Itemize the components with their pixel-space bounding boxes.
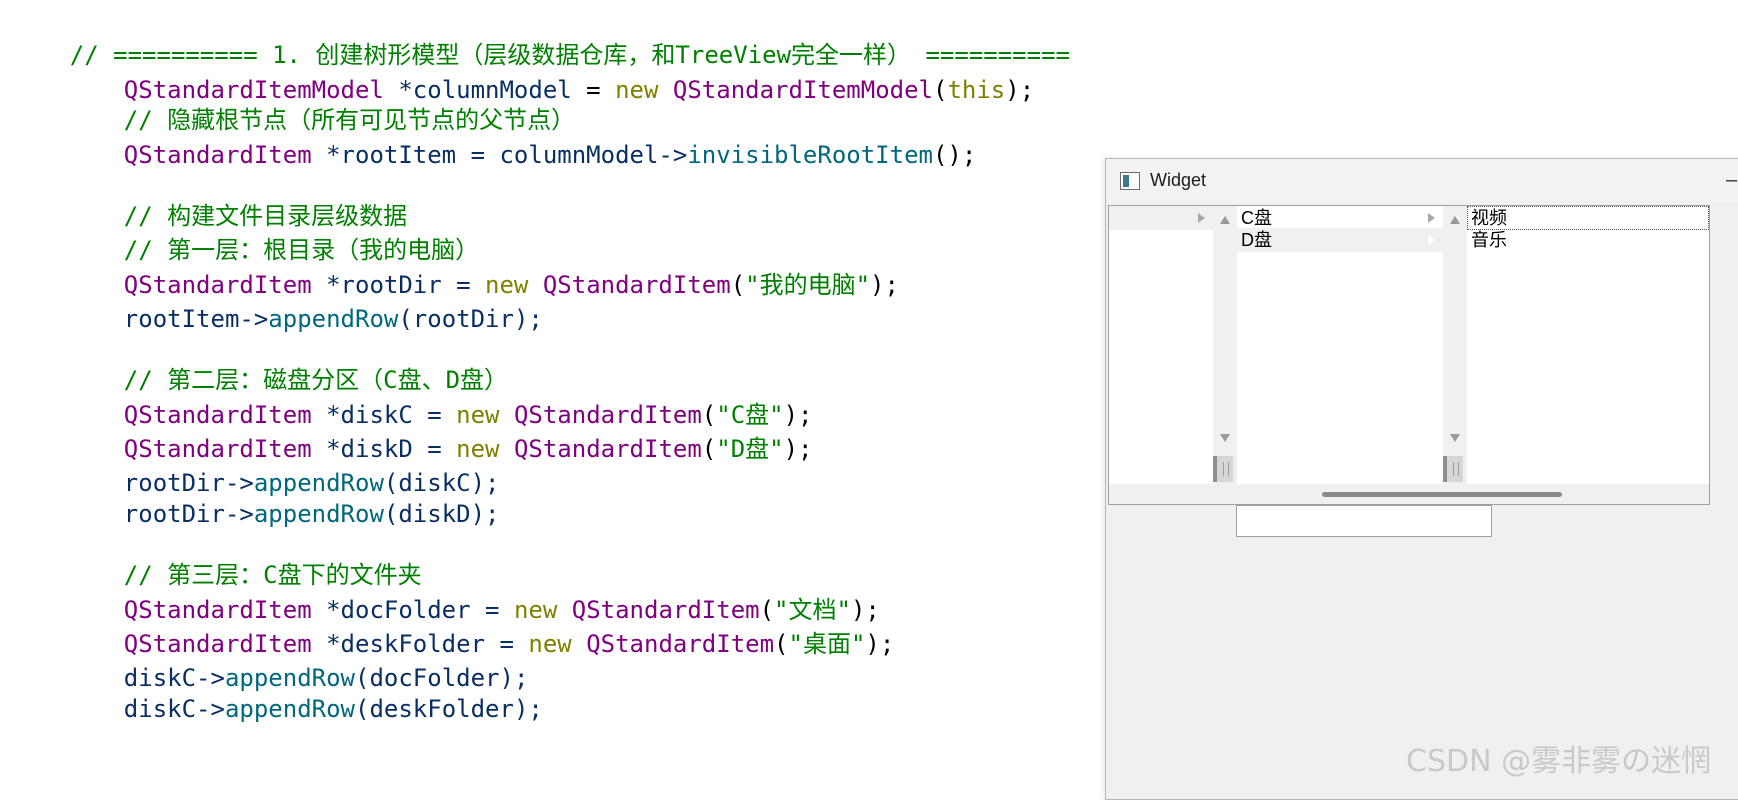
minimize-button[interactable]: – [1726, 165, 1738, 195]
args-token: (rootDir); [398, 305, 543, 333]
column-1[interactable] [1109, 206, 1213, 484]
op-token: = [571, 76, 616, 104]
string-token: "桌面" [788, 630, 866, 658]
expand-arrow-icon [1198, 213, 1205, 223]
list-item[interactable]: 音乐 [1467, 228, 1709, 252]
list-item[interactable]: 视频 [1467, 206, 1709, 230]
keyword-token: new [528, 630, 572, 658]
window-title: Widget [1150, 170, 1207, 190]
method-token: appendRow [224, 695, 355, 723]
class-token: QStandardItem [528, 271, 731, 299]
paren-token: ( [933, 76, 948, 104]
class-token: QStandardItem [499, 435, 702, 463]
code-line-18: diskC->appendRow(deskFolder); [66, 664, 543, 754]
end-token: ); [1005, 76, 1035, 104]
end-token: ); [783, 435, 813, 463]
method-token: appendRow [253, 500, 384, 528]
item-label: 视频 [1471, 208, 1507, 228]
scroll-up-icon[interactable] [1220, 216, 1230, 224]
paren-token: ( [701, 435, 717, 463]
class-token: QStandardItem [571, 630, 775, 658]
keyword-token: new [615, 76, 659, 104]
column-resize-grip[interactable] [1213, 456, 1233, 482]
column-2-scrollbar[interactable] [1443, 206, 1467, 484]
item-label: D盘 [1241, 230, 1272, 250]
scroll-up-icon[interactable] [1450, 216, 1460, 224]
string-token: "D盘" [716, 435, 784, 463]
item-label: 音乐 [1471, 230, 1507, 250]
horizontal-scrollbar[interactable] [1109, 484, 1709, 504]
column-2[interactable]: C盘 D盘 [1237, 206, 1443, 484]
watermark: CSDN @雾非雾の迷惘 [1406, 744, 1712, 779]
column-view[interactable]: C盘 D盘 视频 音乐 [1108, 205, 1710, 505]
class-token: QStandardItemModel [672, 76, 933, 104]
paren-token: ( [730, 271, 746, 299]
end-token: (); [932, 141, 977, 169]
lower-widget-box[interactable] [1236, 505, 1492, 537]
args-token: (diskD); [383, 500, 500, 528]
type-token: QStandardItem [123, 141, 312, 169]
var-token: diskC-> [123, 695, 225, 723]
this-token: this [947, 76, 1006, 104]
paren-token: ( [774, 630, 789, 658]
column-resize-grip[interactable] [1443, 456, 1463, 482]
var-token: *rootItem = columnModel-> [311, 141, 688, 169]
end-token: ); [865, 630, 895, 658]
scroll-down-icon[interactable] [1220, 434, 1230, 442]
string-token: "我的电脑" [745, 271, 871, 299]
expand-arrow-icon [1428, 213, 1435, 223]
window-titlebar[interactable]: Widget – [1106, 159, 1738, 203]
scroll-down-icon[interactable] [1450, 434, 1460, 442]
var-token: rootDir-> [123, 500, 254, 528]
method-token: invisibleRootItem [687, 141, 933, 169]
method-token: appendRow [268, 305, 399, 333]
column-3[interactable]: 视频 音乐 [1467, 206, 1709, 484]
list-item[interactable]: D盘 [1237, 228, 1443, 252]
var-token: rootItem-> [123, 305, 269, 333]
end-token: ); [870, 271, 899, 299]
args-token: (deskFolder); [355, 695, 543, 723]
item-label: C盘 [1241, 208, 1272, 228]
widget-window[interactable]: Widget – C盘 D盘 视频 音乐 [1105, 158, 1738, 800]
list-item[interactable]: C盘 [1237, 206, 1443, 230]
expand-arrow-icon [1428, 235, 1435, 245]
horizontal-scroll-thumb[interactable] [1322, 492, 1562, 497]
column-1-scrollbar[interactable] [1213, 206, 1237, 484]
app-window-icon [1120, 172, 1140, 190]
column-1-item-selected[interactable] [1109, 206, 1213, 230]
